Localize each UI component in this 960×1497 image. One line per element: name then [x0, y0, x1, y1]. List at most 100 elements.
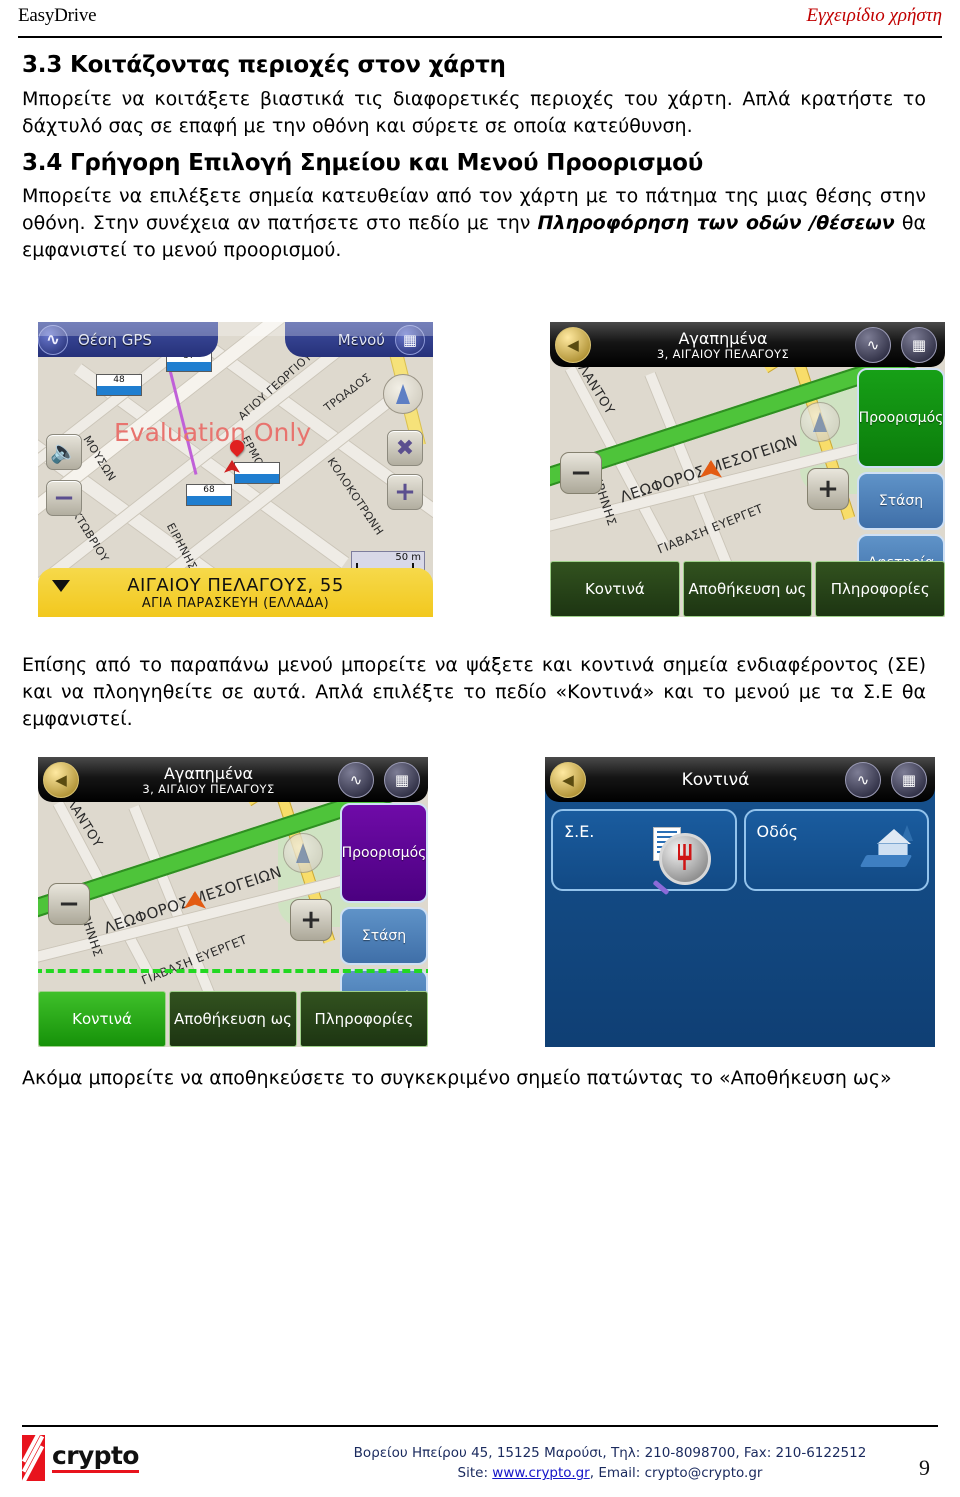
gps-screen-favourites: ΗΛΑΝΤΟΥ ΛΕΩΦΟΡΟΣ ΜΕΣΟΓΕΙΩΝ ΕΙΡΗΝΗΣ ΓΙΑΒΑ… — [550, 322, 945, 617]
top-bar-gap — [218, 322, 285, 357]
bottom-buttons-panel: Κοντινά Αποθήκευση ως Πληροφορίες — [550, 561, 945, 617]
keypad-icon[interactable]: ▦ — [891, 761, 927, 798]
compass-icon[interactable] — [283, 833, 323, 873]
destination-button[interactable]: Προορισμός — [340, 803, 428, 903]
zoom-in-button[interactable]: + — [807, 468, 849, 510]
paragraph-save-as: Ακόμα μπορείτε να αποθηκεύσετε το συγκεκ… — [22, 1067, 892, 1089]
save-as-button[interactable]: Αποθήκευση ως — [682, 561, 813, 617]
crypto-logo-mark-icon — [22, 1435, 45, 1481]
address-city: ΑΓΙΑ ΠΑΡΑΣΚΕΥΗ (ΕΛΛΑΔΑ) — [141, 595, 330, 611]
zoom-out-button[interactable]: − — [48, 883, 90, 925]
action-buttons-panel: Προορισμός Στάση Αφετηρία — [340, 803, 428, 1027]
title-primary: Αγαπημένα — [678, 329, 768, 349]
footer-site-link[interactable]: www.crypto.gr — [492, 1465, 589, 1481]
gps-position-button[interactable]: ∿ Θέση GPS — [38, 322, 218, 357]
figure-favourites-menu: ΗΛΑΝΤΟΥ ΛΕΩΦΟΡΟΣ ΜΕΣΟΓΕΙΩΝ ΕΙΡΗΝΗΣ ΓΙΑΒΑ… — [550, 322, 945, 617]
title-bar: ◀ Αγαπημένα 3, ΑΙΓΑΙΟΥ ΠΕΛΑΓΟΥΣ ∿ ▦ — [38, 757, 428, 802]
figure-row-2: ΗΛΑΝΤΟΥ ΛΕΩΦΟΡΟΣ ΜΕΣΟΓΕΙΩΝ ΕΙΡΗΝΗΣ ΓΙΑΒΑ… — [0, 757, 960, 1047]
figure-row-1: ΜΟΥΣΩΝ ΑΓΙΟΥ ΓΕΩΡΓΙΟΥ ΤΡΩΑΔΟΣ ΚΟΛΟΚΟΤΡΩΝ… — [0, 322, 960, 617]
nearby-button[interactable]: Κοντινά — [38, 991, 166, 1047]
menu-tile-poi[interactable]: Σ.Ε. — [551, 809, 737, 891]
figure-gps-map: ΜΟΥΣΩΝ ΑΓΙΟΥ ΓΕΩΡΓΙΟΥ ΤΡΩΑΔΟΣ ΚΟΛΟΚΟΤΡΩΝ… — [38, 322, 433, 617]
address-street: ΑΙΓΑΙΟΥ ΠΕΛΑΓΟΥΣ, 55 — [127, 574, 344, 596]
crypto-logo: crypto — [22, 1433, 282, 1481]
title-text: Κοντινά — [591, 769, 840, 790]
gps-screen-map: ΜΟΥΣΩΝ ΑΓΙΟΥ ΓΕΩΡΓΙΟΥ ΤΡΩΑΔΟΣ ΚΟΛΟΚΟΤΡΩΝ… — [38, 322, 433, 617]
figure-favourites-nearby-highlight: ΗΛΑΝΤΟΥ ΛΕΩΦΟΡΟΣ ΜΕΣΟΓΕΙΩΝ ΕΙΡΗΝΗΣ ΓΙΑΒΑ… — [38, 757, 428, 1047]
destination-button[interactable]: Προορισμός — [857, 368, 945, 468]
information-button[interactable]: Πληροφορίες — [815, 561, 945, 617]
zoom-out-button[interactable]: − — [46, 480, 82, 516]
poi-magnifier-icon — [652, 821, 725, 885]
title-bar: ◀ Αγαπημένα 3, ΑΙΓΑΙΟΥ ΠΕΛΑΓΟΥΣ ∿ ▦ — [550, 322, 945, 367]
section-heading-3-4: 3.4 Γρήγορη Επιλογή Σημείου και Μενού Πρ… — [22, 149, 704, 176]
page-header: EasyDrive Εγχειρίδιο χρήστη — [18, 6, 942, 38]
title-bar: ◀ Κοντινά ∿ ▦ — [545, 757, 935, 802]
street-house-icon — [859, 823, 915, 869]
gps-position-label: Θέση GPS — [78, 330, 152, 349]
footer-address-line: Βορείου Ηπείρου 45, 15125 Μαρούσι, Τηλ: … — [353, 1445, 867, 1461]
expand-caret-icon[interactable] — [52, 580, 70, 592]
road-curve-icon[interactable]: ∿ — [855, 326, 891, 363]
stop-button[interactable]: Στάση — [340, 907, 428, 965]
title-text: Αγαπημένα 3, ΑΙΓΑΙΟΥ ΠΕΛΑΓΟΥΣ — [84, 763, 333, 796]
gps-top-bar: ∿ Θέση GPS Μενού ▦ — [38, 322, 433, 357]
paragraph-emphasis: Πληροφόρηση των οδών /θέσεων — [537, 212, 895, 235]
title-text: Αγαπημένα 3, ΑΙΓΑΙΟΥ ΠΕΛΑΓΟΥΣ — [596, 328, 850, 361]
road-curve-icon[interactable]: ∿ — [845, 761, 881, 798]
stop-button[interactable]: Στάση — [857, 472, 945, 530]
page-number: 9 — [919, 1455, 930, 1480]
route-shield: 68 — [186, 484, 232, 506]
route-shield — [234, 462, 280, 484]
title-secondary: 3, ΑΙΓΑΙΟΥ ΠΕΛΑΓΟΥΣ — [656, 347, 790, 362]
section-heading-3-3: 3.3 Κοιτάζοντας περιοχές στον χάρτη — [22, 52, 506, 78]
back-arrow-icon[interactable]: ◀ — [555, 326, 591, 363]
evaluation-watermark: Evaluation Only — [114, 418, 312, 447]
title-primary: Αγαπημένα — [163, 764, 254, 784]
zoom-out-button[interactable]: − — [560, 452, 602, 494]
keypad-icon[interactable]: ▦ — [395, 324, 425, 355]
menu-tile-label: Οδός — [756, 822, 799, 841]
menu-tile-street[interactable]: Οδός — [743, 809, 929, 891]
compass-icon[interactable] — [383, 374, 423, 414]
keypad-icon[interactable]: ▦ — [384, 761, 420, 798]
paragraph-block-after-figures-1: Επίσης από το παραπάνω μενού μπορείτε να… — [22, 652, 926, 733]
back-arrow-icon[interactable]: ◀ — [43, 761, 79, 798]
gps-screen-nearby-menu: ◀ Κοντινά ∿ ▦ Σ.Ε. Οδός — [545, 757, 935, 1047]
footer-email-text: , Email: crypto@crypto.gr — [589, 1465, 763, 1482]
address-bar[interactable]: ΑΙΓΑΙΟΥ ΠΕΛΑΓΟΥΣ, 55 ΑΓΙΑ ΠΑΡΑΣΚΕΥΗ (ΕΛΛ… — [38, 568, 433, 617]
section-paragraph-3-4: Μπορείτε να επιλέξετε σημεία κατευθείαν … — [22, 183, 926, 264]
back-arrow-icon[interactable]: ◀ — [550, 761, 586, 798]
road-curve-icon[interactable]: ∿ — [38, 324, 68, 355]
zoom-in-button[interactable]: + — [387, 474, 423, 510]
bottom-buttons-panel: Κοντινά Αποθήκευση ως Πληροφορίες — [38, 991, 428, 1047]
paragraph-block-after-figures-2: Ακόμα μπορείτε να αποθηκεύσετε το συγκεκ… — [22, 1065, 926, 1092]
figure-nearby-menu: ◀ Κοντινά ∿ ▦ Σ.Ε. Οδός — [545, 757, 935, 1047]
menu-label: Μενού — [337, 330, 385, 349]
crypto-logo-text: crypto — [52, 1442, 139, 1474]
zoom-in-button[interactable]: + — [290, 899, 332, 941]
save-as-button[interactable]: Αποθήκευση ως — [169, 991, 297, 1047]
gps-screen-favourites-highlighted: ΗΛΑΝΤΟΥ ΛΕΩΦΟΡΟΣ ΜΕΣΟΓΕΙΩΝ ΕΙΡΗΝΗΣ ΓΙΑΒΑ… — [38, 757, 428, 1047]
footer-contact-info: Βορείου Ηπείρου 45, 15125 Μαρούσι, Τηλ: … — [282, 1433, 938, 1484]
clear-route-icon[interactable]: ✖ — [387, 430, 423, 466]
action-buttons-panel: Προορισμός Στάση Αφετηρία — [857, 368, 945, 592]
route-shield: 48 — [96, 374, 142, 396]
keypad-icon[interactable]: ▦ — [901, 326, 937, 363]
footer-site-line: Site: www.crypto.gr, Email: crypto@crypt… — [282, 1463, 938, 1483]
map-street-label: ΤΡΩΑΔΟΣ — [321, 370, 374, 415]
title-secondary: 3, ΑΙΓΑΙΟΥ ΠΕΛΑΓΟΥΣ — [142, 782, 275, 797]
information-button[interactable]: Πληροφορίες — [300, 991, 428, 1047]
header-document-title: Εγχειρίδιο χρήστη — [806, 5, 942, 26]
menu-button[interactable]: Μενού ▦ — [285, 322, 433, 357]
section-paragraph-3-3: Μπορείτε να κοιτάξετε βιαστικά τις διαφο… — [22, 87, 926, 137]
footer-site-prefix: Site: — [457, 1465, 493, 1482]
paragraph-nearby-points: Επίσης από το παραπάνω μενού μπορείτε να… — [22, 654, 926, 730]
compass-icon[interactable] — [800, 402, 840, 442]
nearby-button[interactable]: Κοντινά — [550, 561, 680, 617]
speaker-icon[interactable]: 🔈 — [46, 434, 82, 470]
menu-tile-label: Σ.Ε. — [564, 822, 595, 841]
title-primary: Κοντινά — [681, 769, 750, 790]
road-curve-icon[interactable]: ∿ — [338, 761, 374, 798]
page-footer: crypto Βορείου Ηπείρου 45, 15125 Μαρούσι… — [22, 1425, 938, 1484]
